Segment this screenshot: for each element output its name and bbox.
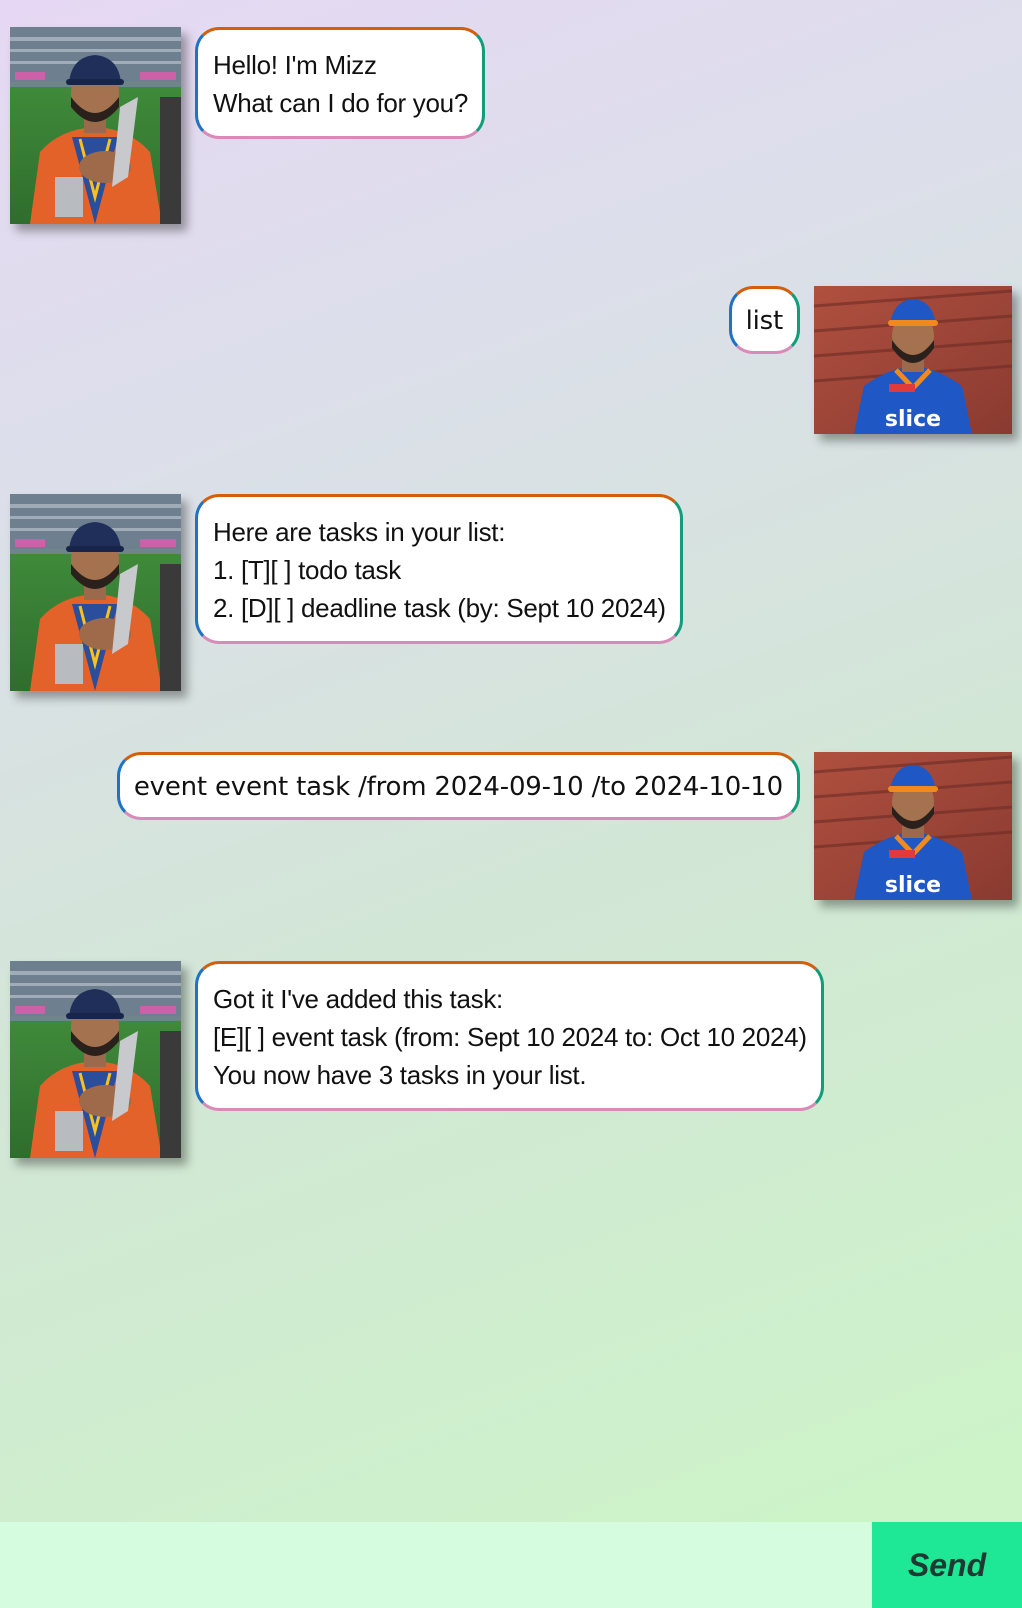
message-input[interactable]: [0, 1522, 872, 1608]
dialog-row-bot: Got it I've added this task: [E][ ] even…: [0, 961, 1022, 1161]
send-button[interactable]: Send: [872, 1522, 1022, 1608]
message-line: Here are tasks in your list:: [213, 517, 506, 547]
bot-avatar: [10, 27, 181, 224]
bot-message-bubble: Hello! I'm Mizz What can I do for you?: [195, 27, 485, 139]
dialog-row-bot: Hello! I'm Mizz What can I do for you?: [0, 27, 1022, 227]
user-avatar-photo: slice: [814, 286, 1012, 434]
user-avatar-photo: slice: [814, 752, 1012, 900]
bot-avatar-photo: [10, 494, 181, 691]
input-bar: Send: [0, 1522, 1022, 1608]
bot-avatar-photo: [10, 27, 181, 224]
message-line: 2. [D][ ] deadline task (by: Sept 10 202…: [213, 593, 666, 623]
message-line: Got it I've added this task:: [213, 984, 503, 1014]
message-line: [E][ ] event task (from: Sept 10 2024 to…: [213, 1022, 807, 1052]
user-avatar: slice: [814, 286, 1012, 434]
svg-text:slice: slice: [885, 873, 941, 898]
dialog-container[interactable]: Hello! I'm Mizz What can I do for you? l…: [0, 0, 1022, 1522]
user-message-bubble: event event task /from 2024-09-10 /to 20…: [116, 752, 800, 820]
message-line: list: [745, 306, 784, 336]
user-avatar: slice: [814, 752, 1012, 900]
bot-avatar-photo: [10, 961, 181, 1158]
dialog-row-user: event event task /from 2024-09-10 /to 20…: [0, 752, 1022, 902]
bot-message-bubble: Here are tasks in your list: 1. [T][ ] t…: [195, 494, 683, 644]
dialog-row-bot: Here are tasks in your list: 1. [T][ ] t…: [0, 494, 1022, 694]
bot-message-bubble: Got it I've added this task: [E][ ] even…: [195, 961, 824, 1111]
svg-text:slice: slice: [885, 407, 941, 432]
message-line: What can I do for you?: [213, 88, 468, 118]
bot-avatar: [10, 494, 181, 691]
message-line: Hello! I'm Mizz: [213, 50, 377, 80]
dialog-row-user: list slice: [0, 285, 1022, 435]
user-message-bubble: list: [728, 286, 800, 354]
bot-avatar: [10, 961, 181, 1158]
message-line: event event task /from 2024-09-10 /to 20…: [133, 772, 783, 802]
message-line: 1. [T][ ] todo task: [213, 555, 401, 585]
message-line: You now have 3 tasks in your list.: [213, 1060, 587, 1090]
